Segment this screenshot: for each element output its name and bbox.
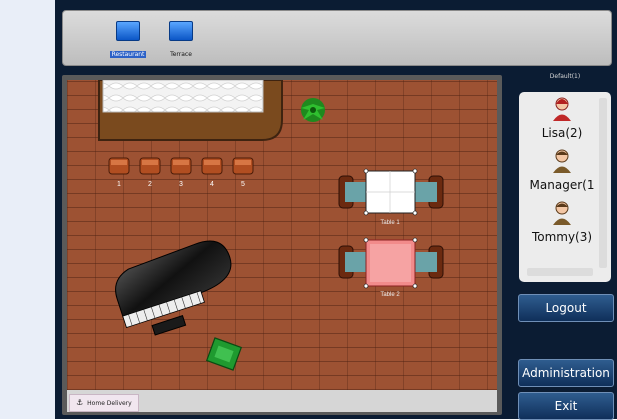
user-item-manager[interactable]: Manager(1 [527, 148, 597, 192]
table-1[interactable] [338, 168, 444, 216]
bar-stool[interactable] [201, 157, 223, 175]
bar-stool[interactable] [170, 157, 192, 175]
user-item-lisa[interactable]: Lisa(2) [527, 96, 597, 140]
user-item-tommy[interactable]: Tommy(3) [527, 200, 597, 244]
bar-stool[interactable] [232, 157, 254, 175]
area-label: Terrace [170, 51, 192, 58]
user-name: Manager(1 [529, 178, 595, 192]
floor-plan-canvas: 1 2 3 4 5 Table 1 Table 2 [98, 80, 444, 371]
user-panel: Lisa(2) Manager(1 Tommy(3) [519, 92, 611, 282]
bar-stool[interactable] [108, 157, 130, 175]
area-label: Restaurant [109, 51, 147, 58]
restaurant-area-icon [116, 21, 140, 41]
bar-stool-label: 5 [241, 181, 245, 188]
plant-icon[interactable] [301, 98, 325, 122]
left-margin [0, 0, 55, 419]
floor-plan: 1 2 3 4 5 Table 1 Table 2 [67, 80, 497, 390]
user-list-vertical-scrollbar[interactable] [599, 98, 607, 268]
administration-button[interactable]: Administration [518, 359, 614, 387]
plant-icon[interactable] [205, 337, 243, 371]
home-delivery-label: Home Delivery [87, 400, 132, 407]
male-user-icon [553, 201, 571, 225]
male-user-icon [553, 149, 571, 173]
user-name: Tommy(3) [531, 230, 593, 244]
table-label: Table 1 [380, 220, 400, 226]
area-terrace-button[interactable]: Terrace [161, 21, 201, 61]
bar-stool-label: 2 [148, 181, 152, 188]
area-selector-bar: Restaurant Terrace [62, 10, 612, 66]
logout-button[interactable]: Logout [518, 294, 614, 322]
table-2[interactable] [338, 237, 444, 289]
female-user-icon [553, 97, 571, 121]
terrace-area-icon [169, 21, 193, 41]
area-restaurant-button[interactable]: Restaurant [108, 21, 148, 61]
home-delivery-tab[interactable]: ⚓ Home Delivery [69, 394, 139, 412]
piano-icon [115, 240, 232, 336]
bar-stool-label: 3 [179, 181, 183, 188]
delivery-icon: ⚓ [76, 398, 84, 407]
user-list: Lisa(2) Manager(1 Tommy(3) [527, 96, 597, 268]
user-list-horizontal-scrollbar[interactable] [527, 268, 593, 276]
bar-stool-label: 4 [210, 181, 214, 188]
table-label: Table 2 [380, 292, 400, 298]
user-group-title: Default(1) [549, 73, 581, 80]
exit-button[interactable]: Exit [518, 392, 614, 420]
bar-stool-label: 1 [117, 181, 121, 188]
bar-stool[interactable] [139, 157, 161, 175]
bar-counter [98, 80, 283, 141]
status-bar: ⚓ Home Delivery [67, 390, 497, 412]
user-name: Lisa(2) [541, 126, 583, 140]
app-window: Restaurant Terrace 1 2 3 4 5 Table 1 Tab… [55, 0, 617, 420]
